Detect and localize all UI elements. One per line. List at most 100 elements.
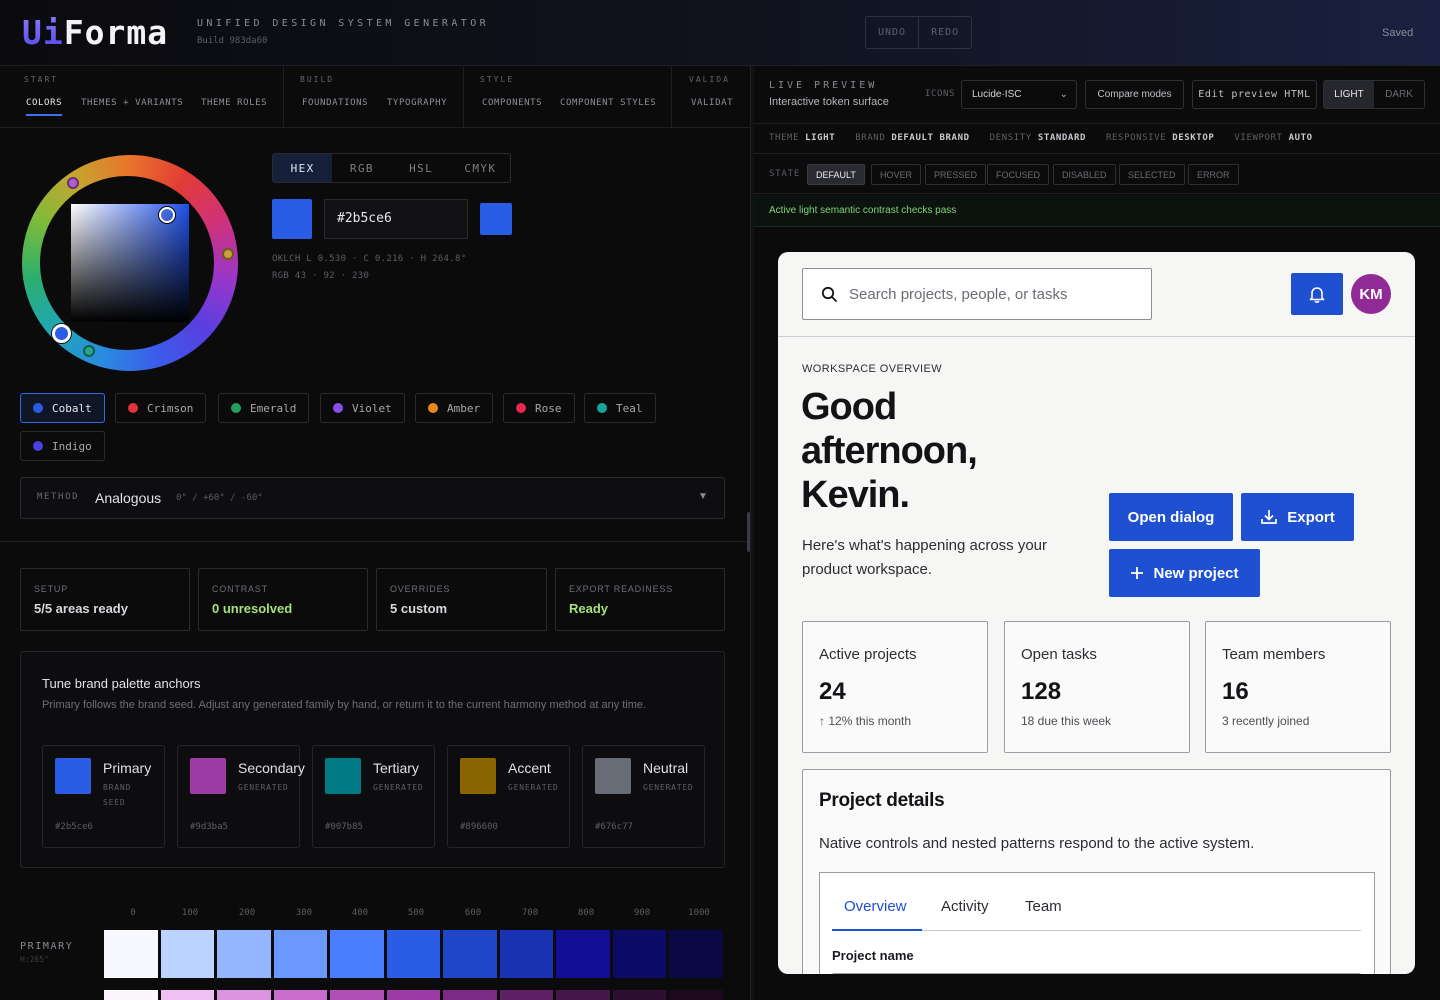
scale-swatch[interactable] xyxy=(669,930,723,978)
nav-item-colors[interactable]: COLORS xyxy=(26,98,63,116)
anchor-swatch[interactable] xyxy=(595,758,631,794)
nav-group-start: START COLORS THEMES + VARIANTS THEME ROL… xyxy=(0,66,284,127)
scale-swatch[interactable] xyxy=(104,930,158,978)
nav-item-typography[interactable]: TYPOGRAPHY xyxy=(387,98,447,108)
state-pressed-button[interactable]: PRESSED xyxy=(925,164,987,185)
nav-item-foundations[interactable]: FOUNDATIONS xyxy=(302,98,368,108)
app-header: Search projects, people, or tasks KM xyxy=(778,252,1415,337)
scale-swatch[interactable] xyxy=(499,990,553,1000)
state-disabled-button[interactable]: DISABLED xyxy=(1053,164,1116,185)
edit-preview-html-button[interactable]: Edit preview HTML xyxy=(1192,80,1317,109)
anchor-secondary[interactable]: Secondary GENERATED #9d3ba5 xyxy=(177,745,305,848)
scale-swatch[interactable] xyxy=(556,930,610,978)
preset-cobalt[interactable]: Cobalt xyxy=(20,393,105,423)
page-description: Here's what's happening across your prod… xyxy=(802,537,1048,578)
harmony-marker[interactable] xyxy=(83,345,95,357)
nav-item-theme-roles[interactable]: THEME ROLES xyxy=(201,98,267,108)
scale-swatch[interactable] xyxy=(273,990,327,1000)
stat-setup: SETUP 5/5 areas ready xyxy=(20,568,190,631)
scale-swatch[interactable] xyxy=(330,930,384,978)
search-input[interactable]: Search projects, people, or tasks xyxy=(802,268,1152,320)
tab-hsl[interactable]: HSL xyxy=(392,154,451,182)
state-default-button[interactable]: DEFAULT xyxy=(807,164,865,185)
export-button[interactable]: Export xyxy=(1241,493,1354,541)
tab-rgb[interactable]: RGB xyxy=(332,154,391,182)
scale-swatch[interactable] xyxy=(556,990,610,1000)
tab-cmyk[interactable]: CMYK xyxy=(451,154,510,182)
color-preview-swatch[interactable] xyxy=(480,203,512,235)
hue-handle[interactable] xyxy=(52,324,71,343)
nav-group-validate: VALIDA VALIDAT xyxy=(672,66,750,127)
open-dialog-button[interactable]: Open dialog xyxy=(1109,493,1233,541)
preset-crimson[interactable]: Crimson xyxy=(115,393,207,423)
scale-swatch[interactable] xyxy=(443,990,497,1000)
scale-step: 800 xyxy=(577,908,595,918)
harmony-method-select[interactable]: METHOD Analogous 0° / +60° / -60° ▼ xyxy=(20,477,725,519)
scale-swatch[interactable] xyxy=(330,990,384,1000)
nav-item-component-styles[interactable]: COMPONENT STYLES xyxy=(560,98,656,108)
anchor-tertiary[interactable]: Tertiary GENERATED #007b85 xyxy=(312,745,435,848)
rgb-readout: RGB 43 · 92 · 230 xyxy=(272,271,370,281)
anchor-swatch[interactable] xyxy=(55,758,91,794)
tab-team[interactable]: Team xyxy=(1025,898,1062,915)
section-nav: START COLORS THEMES + VARIANTS THEME ROL… xyxy=(0,66,750,128)
tab-overview[interactable]: Overview xyxy=(844,898,907,915)
scale-swatch[interactable] xyxy=(386,990,440,1000)
nav-item-components[interactable]: COMPONENTS xyxy=(482,98,542,108)
preset-teal[interactable]: Teal xyxy=(584,393,656,423)
preset-rose[interactable]: Rose xyxy=(503,393,575,423)
anchor-accent[interactable]: Accent GENERATED #896600 xyxy=(447,745,570,848)
state-error-button[interactable]: ERROR xyxy=(1188,164,1239,185)
scale-swatch[interactable] xyxy=(273,930,327,978)
harmony-marker[interactable] xyxy=(222,248,234,260)
undo-button[interactable]: UNDO xyxy=(866,17,918,48)
scale-swatch[interactable] xyxy=(160,990,214,1000)
scale-swatch[interactable] xyxy=(612,990,666,1000)
icon-set-select[interactable]: Lucide·ISC ⌄ xyxy=(961,80,1077,109)
anchor-swatch[interactable] xyxy=(460,758,496,794)
scale-swatch[interactable] xyxy=(386,930,440,978)
preview-sublabel: Interactive token surface xyxy=(769,96,889,108)
scale-swatch[interactable] xyxy=(160,930,214,978)
nav-item-themes-variants[interactable]: THEMES + VARIANTS xyxy=(81,98,183,108)
project-name-input[interactable] xyxy=(832,973,1361,974)
method-degrees: 0° / +60° / -60° xyxy=(176,493,263,503)
harmony-marker[interactable] xyxy=(67,177,79,189)
scale-swatch[interactable] xyxy=(217,990,271,1000)
scale-swatch[interactable] xyxy=(104,990,158,1000)
preset-emerald[interactable]: Emerald xyxy=(218,393,310,423)
nav-item-validate[interactable]: VALIDAT xyxy=(691,98,733,108)
hex-input[interactable]: #2b5ce6 xyxy=(324,199,468,239)
state-selected-button[interactable]: SELECTED xyxy=(1119,164,1185,185)
redo-button[interactable]: REDO xyxy=(918,17,971,48)
anchor-primary[interactable]: Primary BRAND SEED #2b5ce6 xyxy=(42,745,165,848)
history-controls: UNDO REDO xyxy=(865,16,973,49)
avatar[interactable]: KM xyxy=(1351,274,1391,314)
color-dot-icon xyxy=(333,403,343,413)
anchor-swatch[interactable] xyxy=(190,758,226,794)
scale-swatch[interactable] xyxy=(443,930,497,978)
preset-amber[interactable]: Amber xyxy=(415,393,494,423)
metric-card-open-tasks: Open tasks 128 18 due this week xyxy=(1004,621,1190,753)
anchor-neutral[interactable]: Neutral GENERATED #676c77 xyxy=(582,745,705,848)
new-project-button[interactable]: New project xyxy=(1109,549,1260,597)
anchor-swatch[interactable] xyxy=(325,758,361,794)
preset-indigo[interactable]: Indigo xyxy=(20,431,105,461)
scale-swatch[interactable] xyxy=(499,930,553,978)
mode-dark-button[interactable]: DARK xyxy=(1374,81,1424,108)
state-hover-button[interactable]: HOVER xyxy=(871,164,922,185)
mode-light-button[interactable]: LIGHT xyxy=(1324,81,1374,108)
stat-contrast: CONTRAST 0 unresolved xyxy=(198,568,368,631)
stat-overrides: OVERRIDES 5 custom xyxy=(376,568,547,631)
notifications-button[interactable] xyxy=(1291,273,1343,315)
scale-swatch[interactable] xyxy=(612,930,666,978)
compare-modes-button[interactable]: Compare modes xyxy=(1085,80,1184,109)
nav-group-label: BUILD xyxy=(300,75,335,84)
saturation-handle[interactable] xyxy=(159,207,175,223)
tab-hex[interactable]: HEX xyxy=(273,154,333,182)
state-focused-button[interactable]: FOCUSED xyxy=(987,164,1050,185)
tab-activity[interactable]: Activity xyxy=(941,898,989,915)
scale-swatch[interactable] xyxy=(217,930,271,978)
scale-swatch[interactable] xyxy=(669,990,723,1000)
preset-violet[interactable]: Violet xyxy=(320,393,405,423)
